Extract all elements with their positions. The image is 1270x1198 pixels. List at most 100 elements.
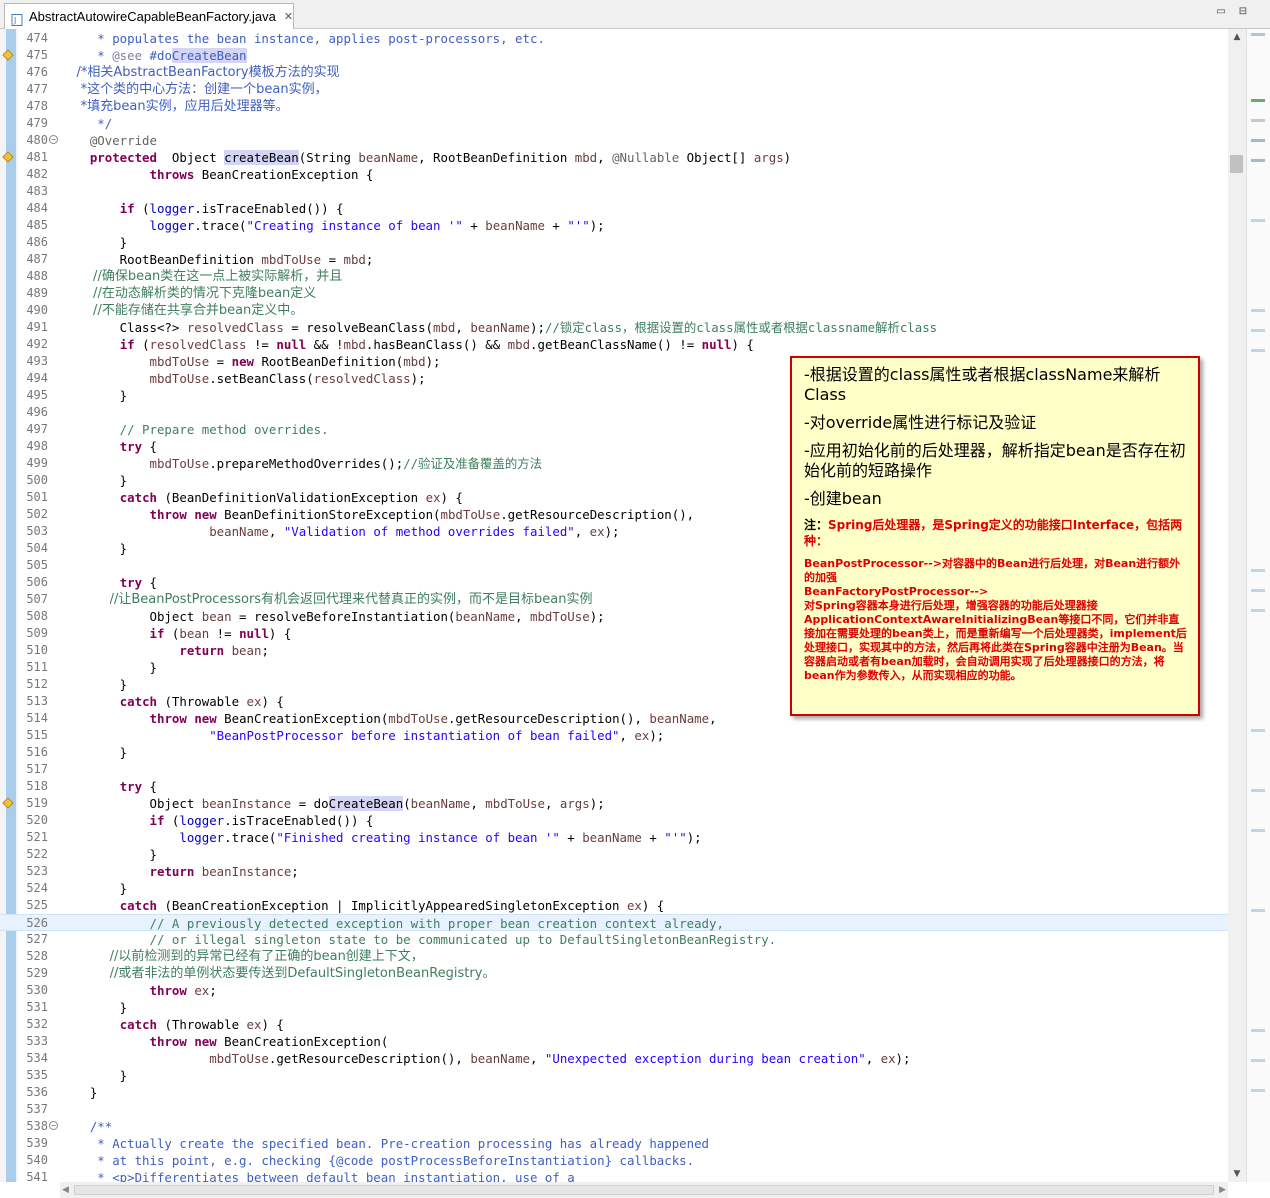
scroll-up-icon[interactable]: ▲ bbox=[1228, 29, 1246, 45]
code-line[interactable]: 486 } bbox=[0, 234, 1228, 251]
code-line[interactable]: 476 /*相关AbstractBeanFactory模板方法的实现 bbox=[0, 64, 1228, 81]
overview-mark[interactable] bbox=[1251, 119, 1265, 122]
line-number: 480 bbox=[26, 133, 48, 147]
editor-tab[interactable]: J AbstractAutowireCapableBeanFactory.jav… bbox=[4, 3, 294, 29]
code-line[interactable]: 531 } bbox=[0, 999, 1228, 1016]
code-line[interactable]: 477 *这个类的中心方法：创建一个bean实例， bbox=[0, 81, 1228, 98]
code-line[interactable]: 535 } bbox=[0, 1067, 1228, 1084]
overview-mark[interactable] bbox=[1251, 1059, 1265, 1062]
code-line[interactable]: 520 if (logger.isTraceEnabled()) { bbox=[0, 812, 1228, 829]
code-line[interactable]: 489 //在动态解析类的情况下克隆bean定义 bbox=[0, 285, 1228, 302]
hscroll-thumb[interactable] bbox=[74, 1185, 1214, 1195]
line-number: 484 bbox=[26, 201, 48, 215]
close-icon[interactable]: ✕ bbox=[284, 10, 293, 23]
fold-toggle-icon[interactable]: − bbox=[49, 135, 58, 144]
overview-mark[interactable] bbox=[1251, 909, 1265, 912]
overview-mark[interactable] bbox=[1251, 309, 1265, 312]
code-text: throw new BeanDefinitionStoreException(m… bbox=[149, 507, 695, 522]
code-line[interactable]: 488 //确保bean类在这一点上被实际解析，并且 bbox=[0, 268, 1228, 285]
code-line[interactable]: 478 *填充bean实例，应用后处理器等。 bbox=[0, 98, 1228, 115]
overview-mark[interactable] bbox=[1251, 1029, 1265, 1032]
code-text: try { bbox=[119, 779, 157, 794]
line-number: 477 bbox=[26, 82, 48, 96]
overview-mark[interactable] bbox=[1251, 789, 1265, 792]
code-line[interactable]: 540 * at this point, e.g. checking {@cod… bbox=[0, 1152, 1228, 1169]
code-line[interactable]: 528 //以前检测到的异常已经有了正确的bean创建上下文， bbox=[0, 948, 1228, 965]
code-text: */ bbox=[60, 116, 113, 131]
line-number: 522 bbox=[26, 847, 48, 861]
code-line[interactable]: 526 // A previously detected exception w… bbox=[0, 914, 1228, 931]
code-line[interactable]: 474 * populates the bean instance, appli… bbox=[0, 30, 1228, 47]
overview-mark[interactable] bbox=[1251, 829, 1265, 832]
overview-mark[interactable] bbox=[1251, 99, 1265, 102]
line-number: 504 bbox=[26, 541, 48, 555]
code-text: * at this point, e.g. checking {@code po… bbox=[60, 1153, 695, 1168]
overview-mark[interactable] bbox=[1251, 219, 1265, 222]
code-line[interactable]: 538− /** bbox=[0, 1118, 1228, 1135]
code-line[interactable]: 490 //不能存储在共享合并bean定义中。 bbox=[0, 302, 1228, 319]
minimize-icon[interactable]: ▭ bbox=[1214, 6, 1228, 18]
code-line[interactable]: 525 catch (BeanCreationException | Impli… bbox=[0, 897, 1228, 914]
scroll-right-icon[interactable]: ▶ bbox=[1219, 1182, 1226, 1198]
overview-mark[interactable] bbox=[1251, 33, 1265, 36]
maximize-icon[interactable]: ⊟ bbox=[1236, 6, 1250, 18]
overview-mark[interactable] bbox=[1251, 329, 1265, 332]
scroll-thumb[interactable] bbox=[1230, 155, 1243, 173]
line-number: 493 bbox=[26, 354, 48, 368]
code-line[interactable]: 491 Class<?> resolvedClass = resolveBean… bbox=[0, 319, 1228, 336]
scroll-down-icon[interactable]: ▼ bbox=[1228, 1166, 1246, 1182]
override-marker-icon[interactable] bbox=[2, 49, 14, 61]
code-line[interactable]: 522 } bbox=[0, 846, 1228, 863]
code-line[interactable]: 519 Object beanInstance = doCreateBean(b… bbox=[0, 795, 1228, 812]
overview-mark[interactable] bbox=[1251, 159, 1265, 162]
code-line[interactable]: 479 */ bbox=[0, 115, 1228, 132]
code-text: * <p>Differentiates between default bean… bbox=[60, 1170, 575, 1182]
code-line[interactable]: 530 throw ex; bbox=[0, 982, 1228, 999]
overview-mark[interactable] bbox=[1251, 589, 1265, 592]
java-file-icon: J bbox=[11, 11, 23, 26]
code-line[interactable]: 484 if (logger.isTraceEnabled()) { bbox=[0, 200, 1228, 217]
code-line[interactable]: 539 * Actually create the specified bean… bbox=[0, 1135, 1228, 1152]
fold-toggle-icon[interactable]: − bbox=[49, 1121, 58, 1130]
code-line[interactable]: 485 logger.trace("Creating instance of b… bbox=[0, 217, 1228, 234]
code-line[interactable]: 533 throw new BeanCreationException( bbox=[0, 1033, 1228, 1050]
code-line[interactable]: 480− @Override bbox=[0, 132, 1228, 149]
code-line[interactable]: 521 logger.trace("Finished creating inst… bbox=[0, 829, 1228, 846]
code-line[interactable]: 516 } bbox=[0, 744, 1228, 761]
overview-mark[interactable] bbox=[1251, 139, 1265, 142]
code-line[interactable]: 487 RootBeanDefinition mbdToUse = mbd; bbox=[0, 251, 1228, 268]
line-number: 511 bbox=[26, 660, 48, 674]
code-line[interactable]: 529 //或者非法的单例状态要传送到DefaultSingletonBeanR… bbox=[0, 965, 1228, 982]
override-marker-icon[interactable] bbox=[2, 151, 14, 163]
code-line[interactable]: 518 try { bbox=[0, 778, 1228, 795]
overview-mark[interactable] bbox=[1251, 569, 1265, 572]
overview-mark[interactable] bbox=[1251, 609, 1265, 612]
code-line[interactable]: 536 } bbox=[0, 1084, 1228, 1101]
horizontal-scrollbar[interactable]: ◀ ▶ bbox=[60, 1182, 1228, 1198]
line-number: 537 bbox=[26, 1102, 48, 1116]
code-line[interactable]: 481 protected Object createBean(String b… bbox=[0, 149, 1228, 166]
code-line[interactable]: 541 * <p>Differentiates between default … bbox=[0, 1169, 1228, 1182]
overview-mark[interactable] bbox=[1251, 729, 1265, 732]
code-line[interactable]: 527 // or illegal singleton state to be … bbox=[0, 931, 1228, 948]
override-marker-icon[interactable] bbox=[2, 797, 14, 809]
code-line[interactable]: 492 if (resolvedClass != null && !mbd.ha… bbox=[0, 336, 1228, 353]
overview-mark[interactable] bbox=[1251, 349, 1265, 352]
code-line[interactable]: 524 } bbox=[0, 880, 1228, 897]
code-text: *这个类的中心方法：创建一个bean实例， bbox=[60, 82, 328, 97]
code-line[interactable]: 515 "BeanPostProcessor before instantiat… bbox=[0, 727, 1228, 744]
overview-ruler[interactable] bbox=[1246, 29, 1270, 1182]
scroll-left-icon[interactable]: ◀ bbox=[62, 1182, 69, 1198]
vertical-scrollbar[interactable]: ▲ ▼ bbox=[1228, 29, 1246, 1182]
line-number: 533 bbox=[26, 1034, 48, 1048]
overview-mark[interactable] bbox=[1251, 1089, 1265, 1092]
code-line[interactable]: 475 * @see #doCreateBean bbox=[0, 47, 1228, 64]
code-line[interactable]: 537 bbox=[0, 1101, 1228, 1118]
code-line[interactable]: 534 mbdToUse.getResourceDescription(), b… bbox=[0, 1050, 1228, 1067]
code-line[interactable]: 483 bbox=[0, 183, 1228, 200]
code-line[interactable]: 523 return beanInstance; bbox=[0, 863, 1228, 880]
code-line[interactable]: 482 throws BeanCreationException { bbox=[0, 166, 1228, 183]
code-line[interactable]: 517 bbox=[0, 761, 1228, 778]
line-number: 479 bbox=[26, 116, 48, 130]
code-line[interactable]: 532 catch (Throwable ex) { bbox=[0, 1016, 1228, 1033]
